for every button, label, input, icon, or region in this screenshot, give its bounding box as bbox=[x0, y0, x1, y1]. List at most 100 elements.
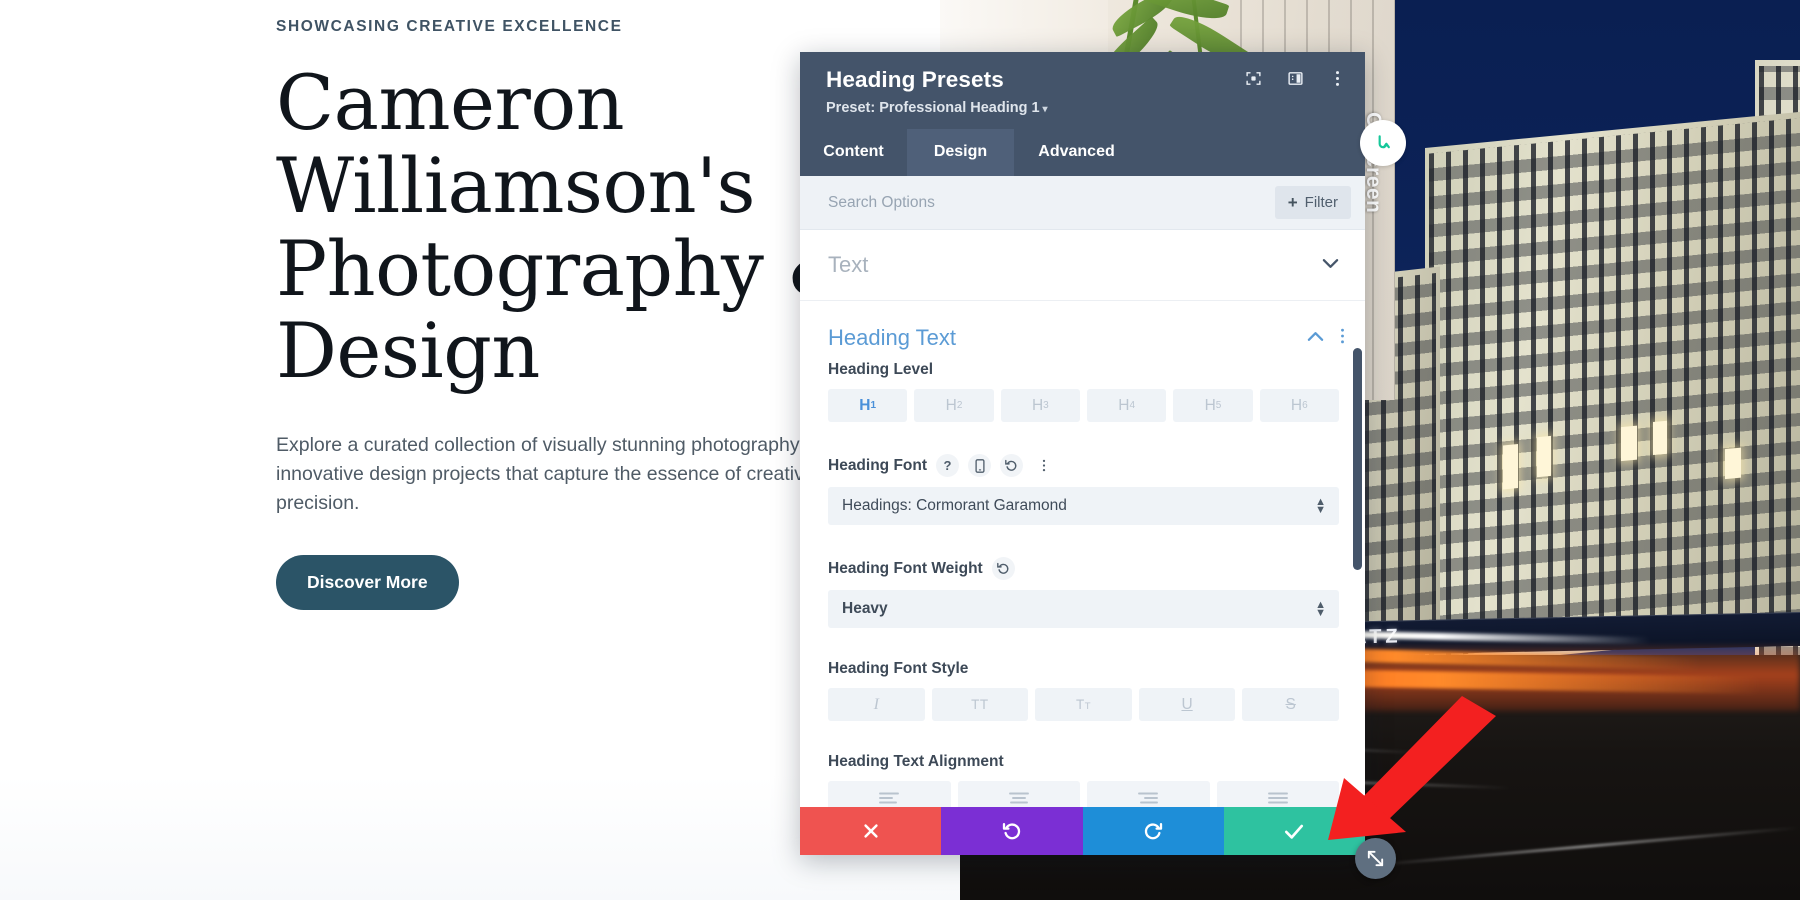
panel-resize-handle[interactable] bbox=[1355, 838, 1396, 879]
panel-vertical-scrollbar[interactable] bbox=[1353, 348, 1362, 570]
more-vertical-icon[interactable] bbox=[1327, 68, 1347, 88]
undo-button[interactable] bbox=[941, 807, 1083, 855]
undo-icon bbox=[1002, 823, 1020, 840]
field-heading-font: Heading Font ? Headings: Cormorant Garam… bbox=[800, 454, 1365, 525]
photo-lit-window bbox=[1621, 425, 1637, 462]
photo-lit-window bbox=[1725, 447, 1741, 480]
field-heading-text-alignment-label: Heading Text Alignment bbox=[828, 753, 1339, 771]
label-text: Heading Text Alignment bbox=[828, 753, 1004, 770]
heading-font-value: Headings: Cormorant Garamond bbox=[842, 497, 1067, 514]
font-style-smallcaps[interactable]: TT bbox=[1035, 688, 1132, 721]
photo-lit-window bbox=[1503, 444, 1518, 490]
tab-design[interactable]: Design bbox=[907, 129, 1014, 176]
reset-icon[interactable] bbox=[1000, 454, 1024, 477]
font-style-italic[interactable]: I bbox=[828, 688, 925, 721]
seg-tag: H bbox=[1290, 396, 1303, 414]
heading-font-style-options: I TT TT U S bbox=[828, 688, 1339, 721]
close-icon bbox=[863, 824, 878, 838]
filter-button-label: Filter bbox=[1304, 194, 1338, 211]
save-button[interactable] bbox=[1223, 807, 1365, 855]
seg-num: 1 bbox=[870, 400, 877, 411]
seg-num: 2 bbox=[956, 400, 963, 411]
heading-font-weight-value: Heavy bbox=[842, 600, 888, 617]
filter-button[interactable]: + Filter bbox=[1274, 186, 1351, 219]
more-vertical-icon[interactable] bbox=[1340, 327, 1345, 350]
font-style-strikethrough[interactable]: S bbox=[1242, 688, 1339, 721]
align-justify-button[interactable] bbox=[1216, 781, 1339, 807]
panel-preset-label: Preset: Professional Heading 1 bbox=[826, 100, 1040, 116]
chevron-up-icon[interactable] bbox=[1307, 329, 1324, 347]
heading-level-h3[interactable]: H3 bbox=[1000, 389, 1080, 422]
field-heading-font-style: Heading Font Style I TT TT U S bbox=[800, 660, 1365, 721]
cancel-button[interactable] bbox=[800, 807, 942, 855]
layout-columns-icon[interactable] bbox=[1285, 68, 1305, 88]
align-right-button[interactable] bbox=[1087, 781, 1210, 807]
seg-tag: H bbox=[945, 396, 957, 414]
app-root: OF POTSDAMER PLATZ O bbox=[0, 0, 1800, 900]
redo-icon bbox=[1145, 823, 1163, 840]
hero-eyebrow: SHOWCASING CREATIVE EXCELLENCE bbox=[276, 18, 623, 35]
field-heading-level: Heading Level H1 H2 H3 H4 H5 H6 bbox=[800, 361, 1365, 422]
module-add-fab[interactable] bbox=[1360, 120, 1406, 166]
align-center-button[interactable] bbox=[957, 781, 1080, 807]
search-options-input[interactable] bbox=[828, 193, 1275, 212]
align-left-button[interactable] bbox=[828, 781, 951, 807]
tab-content[interactable]: Content bbox=[800, 129, 907, 176]
panel-tabs: Content Design Advanced bbox=[800, 129, 1365, 176]
field-heading-level-label: Heading Level bbox=[828, 361, 1339, 379]
seg-num: 3 bbox=[1043, 400, 1049, 411]
chevron-down-icon bbox=[1322, 256, 1339, 274]
redo-button[interactable] bbox=[1082, 807, 1224, 855]
label-text: Heading Font Weight bbox=[828, 559, 983, 577]
align-left-icon bbox=[879, 792, 900, 804]
photo-lit-window bbox=[1537, 435, 1551, 478]
panel-header-icons bbox=[1243, 68, 1347, 88]
align-justify-icon bbox=[1267, 792, 1288, 804]
check-icon bbox=[1285, 824, 1304, 839]
font-style-uppercase[interactable]: TT bbox=[931, 688, 1029, 721]
label-text: Heading Level bbox=[828, 361, 934, 378]
field-heading-text-alignment: Heading Text Alignment bbox=[800, 753, 1365, 807]
heading-level-h6[interactable]: H6 bbox=[1259, 389, 1339, 422]
discover-more-button[interactable]: Discover More bbox=[276, 555, 459, 611]
label-text: Heading Font Style bbox=[828, 660, 969, 677]
reset-icon[interactable] bbox=[991, 557, 1015, 580]
font-style-underline[interactable]: U bbox=[1138, 688, 1236, 721]
photo-lit-window bbox=[1653, 420, 1667, 456]
tab-advanced[interactable]: Advanced bbox=[1014, 129, 1139, 176]
field-heading-font-weight-label: Heading Font Weight bbox=[828, 557, 1339, 580]
chevron-down-icon: ▾ bbox=[1042, 104, 1048, 115]
section-heading-text-header[interactable]: Heading Text bbox=[800, 301, 1365, 361]
heading-presets-settings-panel: Heading Presets Preset: Professional Hea… bbox=[800, 52, 1365, 855]
seg-num: 4 bbox=[1129, 400, 1136, 411]
panel-action-bar bbox=[800, 807, 1365, 855]
heading-font-weight-select[interactable]: Heavy ▲ ▼ bbox=[828, 590, 1339, 628]
panel-scroll-body: Text Heading Text Heading Level H 1 H 2 … bbox=[800, 230, 1365, 807]
panel-preset-selector[interactable]: Preset: Professional Heading 1 ▾ bbox=[826, 100, 1343, 116]
select-arrows-icon: ▲ ▼ bbox=[1315, 599, 1326, 619]
select-arrows-icon: ▲ ▼ bbox=[1315, 496, 1326, 516]
heading-level-h1[interactable]: H1 bbox=[828, 389, 908, 422]
section-text-toggle[interactable]: Text bbox=[800, 230, 1365, 301]
heading-level-options: H1 H2 H3 H4 H5 H6 bbox=[828, 389, 1339, 422]
panel-header: Heading Presets Preset: Professional Hea… bbox=[800, 52, 1365, 129]
seg-tag: H bbox=[1204, 396, 1216, 414]
label-text: Heading Font bbox=[828, 456, 928, 474]
field-heading-font-style-label: Heading Font Style bbox=[828, 660, 1339, 678]
seg-tag: H bbox=[859, 396, 871, 414]
photo-building-main bbox=[1425, 111, 1800, 669]
help-icon[interactable]: ? bbox=[936, 454, 960, 477]
seg-num: 5 bbox=[1215, 400, 1222, 411]
section-text-label: Text bbox=[828, 252, 869, 277]
heading-level-h4[interactable]: H4 bbox=[1086, 389, 1167, 422]
heading-font-select[interactable]: Headings: Cormorant Garamond ▲ ▼ bbox=[828, 487, 1339, 525]
mobile-icon[interactable] bbox=[968, 454, 992, 477]
more-vertical-icon[interactable] bbox=[1032, 454, 1055, 477]
align-center-icon bbox=[1008, 792, 1029, 804]
focus-target-icon[interactable] bbox=[1243, 68, 1263, 88]
heading-level-h2[interactable]: H2 bbox=[914, 389, 994, 422]
heading-level-h5[interactable]: H5 bbox=[1173, 389, 1253, 422]
